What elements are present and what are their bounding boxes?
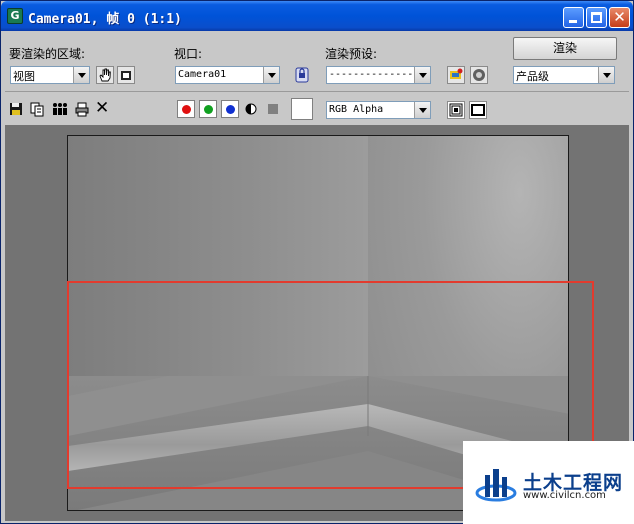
pan-hand-button[interactable] <box>96 66 114 84</box>
blue-channel-button[interactable] <box>221 100 239 118</box>
pan-hand-icon <box>99 68 111 82</box>
alpha-channel-icon[interactable] <box>244 102 258 116</box>
green-channel-button[interactable] <box>199 100 217 118</box>
chevron-down-icon <box>263 67 279 83</box>
red-channel-icon <box>182 105 191 114</box>
region-select-icon <box>121 71 131 80</box>
render-area-select[interactable]: 视图 <box>10 66 90 84</box>
background-color-swatch[interactable] <box>291 98 313 120</box>
render-button[interactable]: 渲染 <box>513 37 617 60</box>
toggle-ui-button[interactable] <box>469 101 487 119</box>
environment-effects-icon <box>473 69 485 81</box>
viewport-label: 视口: <box>174 47 203 61</box>
minimize-icon <box>569 20 577 23</box>
render-frame-window: G Camera01, 帧 0 (1:1) ✕ 要渲染的区域: 视口: 渲染预设… <box>0 0 634 524</box>
green-channel-icon <box>204 105 213 114</box>
chevron-down-icon <box>414 102 430 118</box>
title-bar[interactable]: G Camera01, 帧 0 (1:1) ✕ <box>1 1 633 31</box>
render-preset-select[interactable]: -------------- <box>326 66 431 84</box>
region-select-button[interactable] <box>117 66 135 84</box>
lock-viewport-icon <box>295 67 309 83</box>
render-area-value: 视图 <box>13 70 35 83</box>
environment-effects-button[interactable] <box>470 66 488 84</box>
toggle-ui-overlay-button[interactable] <box>447 101 465 119</box>
chevron-down-icon <box>414 67 430 83</box>
quality-select[interactable]: 产品级 <box>513 66 615 84</box>
copy-image-icon[interactable] <box>29 101 45 117</box>
render-preset-value: -------------- <box>329 69 414 80</box>
render-setup-button[interactable] <box>447 66 465 84</box>
viewport-value: Camera01 <box>178 69 227 80</box>
render-setup-icon <box>450 68 463 79</box>
channel-display-select[interactable]: RGB Alpha <box>326 101 431 119</box>
toolbar-divider <box>5 91 629 92</box>
maximize-icon <box>591 12 602 23</box>
chevron-down-icon <box>598 67 614 83</box>
red-channel-button[interactable] <box>177 100 195 118</box>
quality-value: 产品级 <box>516 70 549 83</box>
blue-channel-icon <box>226 105 235 114</box>
watermark-url: www.civilcn.com <box>523 490 606 501</box>
lock-viewport-button[interactable] <box>293 66 311 84</box>
minimize-button[interactable] <box>563 7 584 28</box>
clone-window-icon[interactable] <box>51 101 69 117</box>
toggle-ui-icon <box>471 104 485 116</box>
viewport-select[interactable]: Camera01 <box>175 66 280 84</box>
chevron-down-icon <box>73 67 89 83</box>
render-area-label: 要渲染的区域: <box>9 47 86 61</box>
save-image-icon[interactable] <box>8 101 24 117</box>
channel-display-value: RGB Alpha <box>329 104 384 115</box>
maximize-button[interactable] <box>586 7 607 28</box>
close-icon: ✕ <box>613 8 626 26</box>
toggle-ui-overlay-icon <box>449 103 463 117</box>
app-icon: G <box>7 8 23 24</box>
window-title: Camera01, 帧 0 (1:1) <box>28 12 182 27</box>
close-button[interactable]: ✕ <box>609 7 630 28</box>
watermark-logo-icon <box>475 469 517 502</box>
monochrome-icon[interactable] <box>266 102 280 116</box>
print-image-icon[interactable] <box>74 101 90 117</box>
clear-icon[interactable]: ✕ <box>95 98 109 118</box>
render-preset-label: 渲染预设: <box>325 47 378 61</box>
